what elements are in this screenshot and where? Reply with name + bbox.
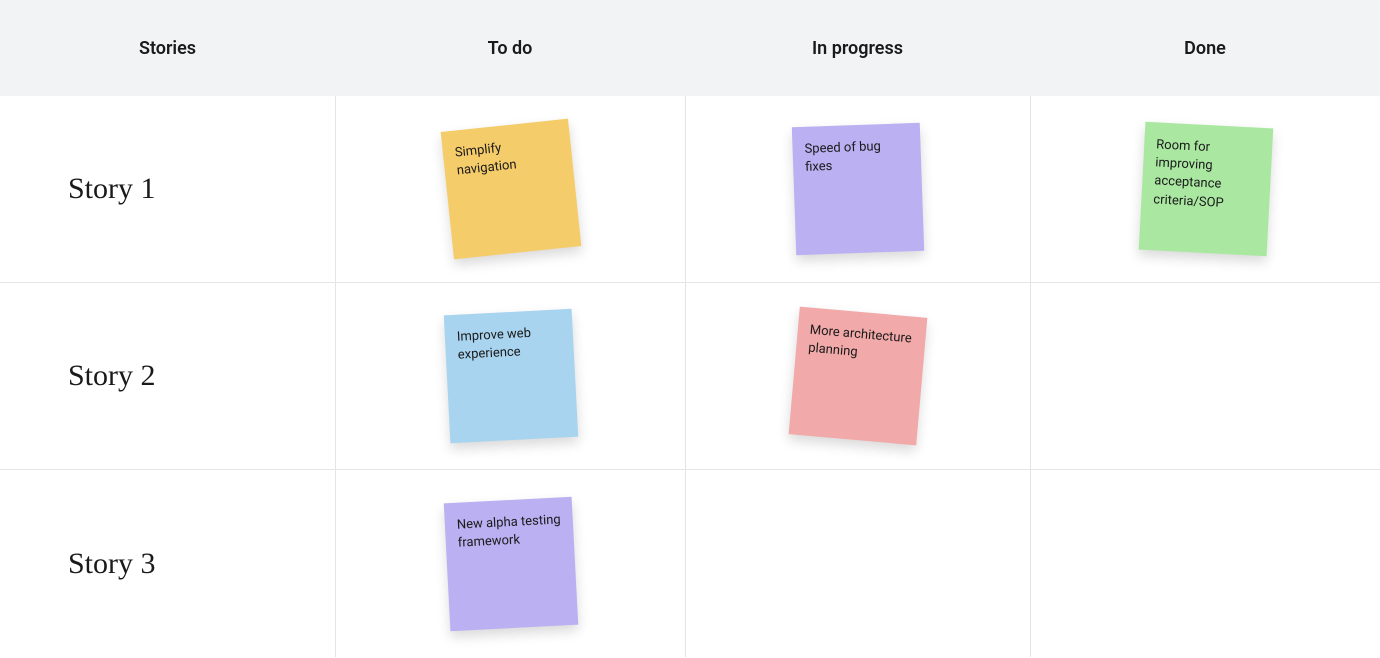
sticky-note[interactable]: Improve web experience bbox=[443, 309, 578, 444]
sticky-note[interactable]: Room for improving acceptance criteria/S… bbox=[1138, 122, 1273, 257]
cell-in-progress[interactable]: Speed of bug fixes bbox=[685, 96, 1030, 282]
sticky-note[interactable]: Speed of bug fixes bbox=[792, 123, 924, 255]
sticky-note[interactable]: New alpha testing framework bbox=[443, 496, 578, 631]
sticky-note[interactable]: Simplify navigation bbox=[440, 119, 581, 260]
kanban-board: Stories To do In progress Done Story 1 S… bbox=[0, 0, 1380, 658]
story-label: Story 3 bbox=[0, 470, 335, 657]
cell-in-progress[interactable]: More architecture planning bbox=[685, 283, 1030, 469]
sticky-note[interactable]: More architecture planning bbox=[789, 307, 928, 446]
column-header-done: Done bbox=[1030, 38, 1380, 59]
cell-done[interactable] bbox=[1030, 283, 1380, 469]
cell-todo[interactable]: New alpha testing framework bbox=[335, 470, 685, 657]
cell-done[interactable] bbox=[1030, 470, 1380, 657]
story-label: Story 2 bbox=[0, 283, 335, 469]
cell-todo[interactable]: Improve web experience bbox=[335, 283, 685, 469]
header-row: Stories To do In progress Done bbox=[0, 0, 1380, 96]
column-header-stories: Stories bbox=[0, 38, 335, 59]
story-label: Story 1 bbox=[0, 96, 335, 282]
story-row: Story 1 Simplify navigation Speed of bug… bbox=[0, 96, 1380, 283]
column-header-in-progress: In progress bbox=[685, 38, 1030, 59]
cell-todo[interactable]: Simplify navigation bbox=[335, 96, 685, 282]
story-row: Story 3 New alpha testing framework bbox=[0, 470, 1380, 657]
cell-in-progress[interactable] bbox=[685, 470, 1030, 657]
story-row: Story 2 Improve web experience More arch… bbox=[0, 283, 1380, 470]
cell-done[interactable]: Room for improving acceptance criteria/S… bbox=[1030, 96, 1380, 282]
column-header-todo: To do bbox=[335, 38, 685, 59]
